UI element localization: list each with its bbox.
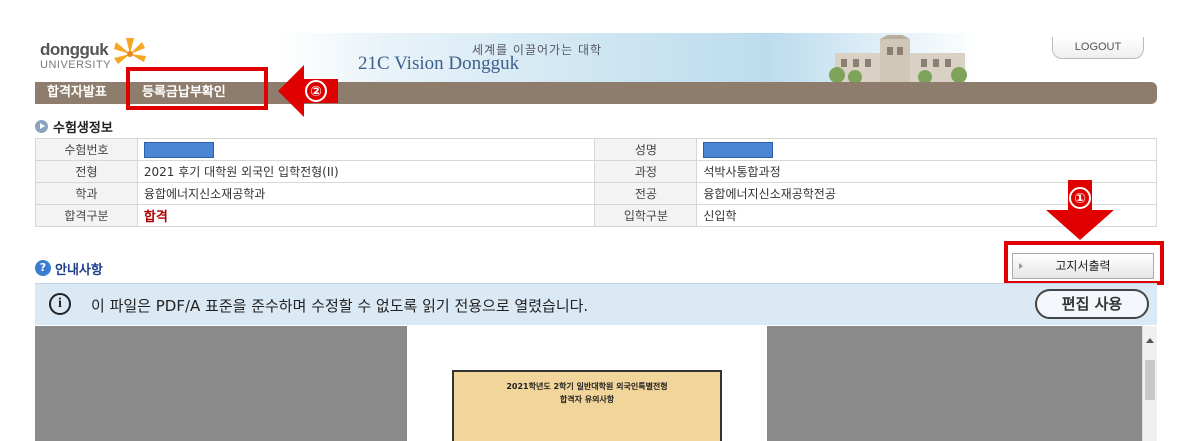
- logo-line2: UNIVERSITY: [40, 59, 112, 71]
- label-admission-type: 전형: [35, 160, 138, 183]
- info-icon: i: [49, 293, 71, 315]
- table-row: 합격구분 합격 입학구분 신입학: [35, 204, 1157, 227]
- table-row: 학과 융합에너지신소재공학과 전공 융합에너지신소재공학전공: [35, 182, 1157, 205]
- highlight-box-nav: [126, 67, 268, 110]
- bullet-icon: [35, 119, 48, 133]
- label-exam-number: 수험번호: [35, 138, 138, 161]
- label-program: 과정: [594, 160, 698, 183]
- banner-title: 21C Vision Dongguk: [358, 53, 520, 74]
- pdf-viewer[interactable]: 2021학년도 2학기 일반대학원 외국인특별전형 합격자 유의사항: [35, 326, 1157, 441]
- table-row: 수험번호 성명: [35, 138, 1157, 161]
- question-icon: ?: [35, 260, 51, 276]
- logout-button[interactable]: LOGOUT: [1052, 37, 1144, 59]
- highlight-box-print: [1004, 241, 1164, 285]
- pass-status-text: 합격: [143, 210, 168, 225]
- enable-editing-button[interactable]: 편집 사용: [1035, 289, 1149, 319]
- arrow-left-icon: ②: [278, 65, 338, 117]
- table-row: 전형 2021 후기 대학원 외국인 입학전형(II) 과정 석박사통합과정: [35, 160, 1157, 183]
- section-title-text: 수험생정보: [53, 120, 113, 136]
- label-department: 학과: [35, 182, 138, 205]
- pdf-readonly-message: 이 파일은 PDF/A 표준을 준수하며 수정할 수 없도록 읽기 전용으로 열…: [91, 297, 589, 315]
- scroll-up-icon[interactable]: [1146, 338, 1154, 343]
- value-pass-status: 합격: [136, 204, 596, 227]
- vertical-scrollbar[interactable]: [1142, 326, 1157, 441]
- marker-print-label: ①: [1074, 191, 1086, 207]
- pdf-heading-box: 2021학년도 2학기 일반대학원 외국인특별전형 합격자 유의사항: [452, 370, 722, 441]
- notice-title-text: 안내사항: [55, 262, 103, 278]
- applicant-section-title: 수험생정보: [35, 116, 113, 136]
- marker-nav-label: ②: [310, 84, 322, 100]
- value-name: [696, 138, 1157, 161]
- label-major: 전공: [594, 182, 698, 205]
- redacted-mask: [143, 141, 214, 158]
- value-exam-number: [136, 138, 596, 161]
- value-department: 융합에너지신소재공학과: [136, 182, 596, 205]
- nav-item-results[interactable]: 합격자발표: [47, 82, 107, 104]
- pdf-page: 2021학년도 2학기 일반대학원 외국인특별전형 합격자 유의사항: [407, 326, 767, 441]
- campus-building-icon: [829, 35, 967, 83]
- logo-line1: dongguk: [40, 40, 109, 59]
- scroll-thumb[interactable]: [1145, 360, 1155, 400]
- pdf-heading-line1: 2021학년도 2학기 일반대학원 외국인특별전형: [506, 382, 668, 391]
- redacted-mask: [703, 141, 774, 158]
- pdf-heading-line2: 합격자 유의사항: [559, 395, 615, 404]
- value-admission-type: 2021 후기 대학원 외국인 입학전형(II): [136, 160, 596, 183]
- pdf-readonly-bar: i 이 파일은 PDF/A 표준을 준수하며 수정할 수 없도록 읽기 전용으로…: [35, 283, 1157, 325]
- label-name: 성명: [594, 138, 698, 161]
- header-banner: 세계를 이끌어가는 대학 21C Vision Dongguk: [280, 33, 980, 83]
- label-pass-status: 합격구분: [35, 204, 138, 227]
- notice-section-title: ? 안내사항: [35, 258, 103, 278]
- arrow-down-icon: ①: [1046, 180, 1114, 240]
- label-entry-type: 입학구분: [594, 204, 698, 227]
- applicant-info-table: 수험번호 성명 전형 2021 후기 대학원 외국인 입학전형(II) 과정 석…: [35, 138, 1157, 227]
